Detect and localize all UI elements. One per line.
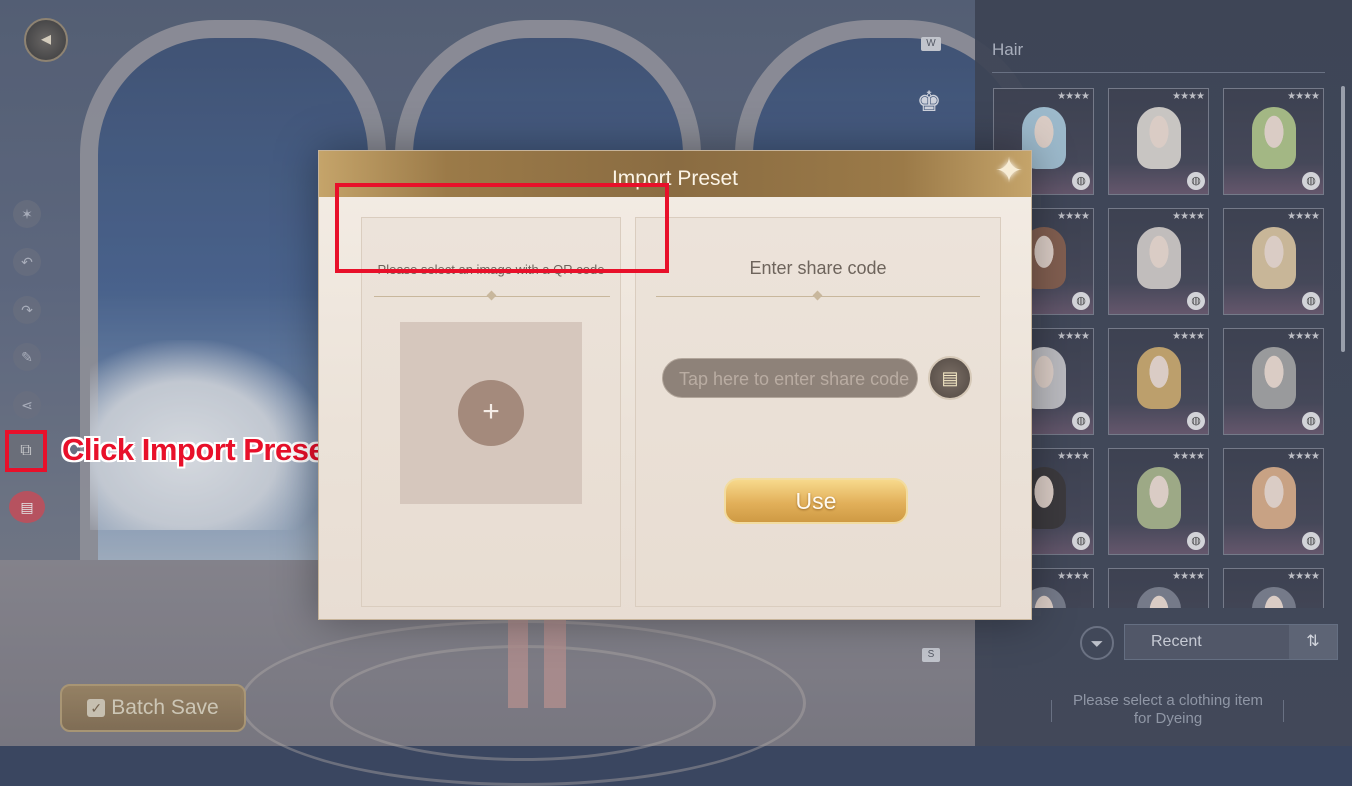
add-image-button[interactable]: + <box>458 380 524 446</box>
paste-button[interactable]: ▤ <box>928 356 972 400</box>
paste-icon: ▤ <box>941 368 959 388</box>
share-code-heading: Enter share code <box>749 258 887 278</box>
close-button[interactable]: ✦ <box>987 149 1031 193</box>
qr-import-panel: Please select an image with a QR code + <box>361 217 621 607</box>
qr-image-picker[interactable]: + <box>400 322 582 504</box>
share-code-panel: Enter share code Tap here to enter share… <box>635 217 1001 607</box>
close-icon: ✦ <box>994 152 1024 190</box>
plus-icon: + <box>482 395 500 428</box>
divider <box>374 290 610 301</box>
highlight-box <box>5 430 47 472</box>
share-code-input[interactable]: Tap here to enter share code <box>662 358 918 398</box>
use-button[interactable]: Use <box>724 478 908 524</box>
highlight-box <box>335 183 669 273</box>
divider-ornament <box>812 290 823 301</box>
divider-ornament <box>486 290 497 301</box>
divider <box>656 290 980 301</box>
